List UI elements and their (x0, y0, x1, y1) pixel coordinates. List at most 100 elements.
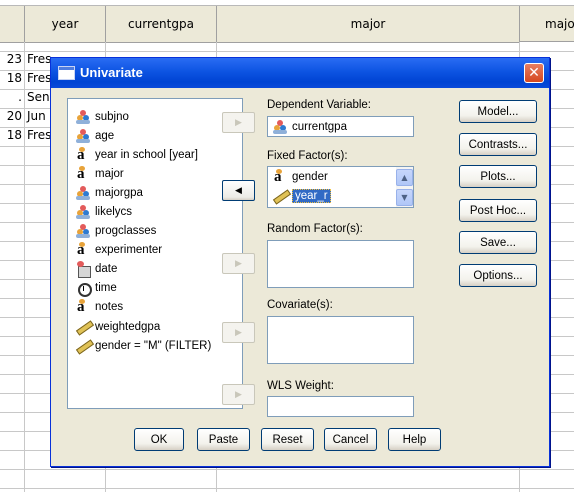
title-bar[interactable]: Univariate ✕ (51, 58, 549, 88)
post-hoc-button[interactable]: Post Hoc... (459, 199, 537, 222)
row-number: 18 (6, 71, 22, 85)
scale-variable-icon (273, 119, 289, 135)
window-icon (58, 66, 75, 80)
variable-label: likelycs (95, 206, 133, 219)
cell-year[interactable]: Fres (27, 52, 51, 66)
save-button[interactable]: Save... (459, 231, 537, 254)
paste-button[interactable]: Paste (197, 428, 250, 451)
list-item[interactable]: notes (68, 298, 242, 317)
scroll-down-button[interactable]: ▼ (396, 189, 413, 206)
random-factor-label: Random Factor(s): (267, 223, 363, 235)
variable-label: date (95, 263, 118, 276)
column-header-currentgpa[interactable]: currentgpa (106, 6, 217, 43)
column-header-majo[interactable]: majo (520, 6, 574, 42)
model-button[interactable]: Model... (459, 100, 537, 123)
list-item[interactable]: gender = "M" (FILTER) (68, 336, 242, 355)
row-number: 20 (6, 109, 22, 123)
fixed-factor-item: year_r (292, 189, 331, 203)
list-item[interactable]: progclasses (68, 222, 242, 241)
move-to-covariate-button[interactable]: ▶ (222, 322, 255, 343)
cell-year[interactable]: Fres (27, 71, 51, 85)
time-variable-icon (76, 280, 92, 298)
scale-variable-icon (76, 223, 92, 239)
wls-weight-label: WLS Weight: (267, 380, 334, 392)
dependent-value: currentgpa (292, 121, 347, 133)
list-item[interactable]: major (68, 164, 242, 183)
scale-variable-icon (76, 128, 92, 144)
cancel-button[interactable]: Cancel (324, 428, 377, 451)
row-number: 23 (6, 52, 22, 66)
chevron-down-icon: ▼ (401, 193, 408, 202)
date-variable-icon (76, 261, 92, 279)
right-arrow-icon: ▶ (235, 327, 242, 338)
fixed-factor-list[interactable]: gender year_r ▲ ▼ (267, 166, 414, 208)
scale-variable-icon (76, 204, 92, 220)
list-item-selected[interactable]: year_r (273, 188, 331, 204)
variable-label: progclasses (95, 225, 157, 238)
list-item[interactable]: age (68, 126, 242, 145)
variable-label: experimenter (95, 244, 163, 257)
list-item[interactable]: experimenter (68, 241, 242, 260)
list-item[interactable]: likelycs (68, 202, 242, 221)
list-item[interactable]: subjno (68, 107, 242, 126)
move-to-random-button[interactable]: ▶ (222, 253, 255, 274)
fixed-factor-label: Fixed Factor(s): (267, 150, 348, 162)
row-number: . (18, 90, 22, 104)
list-item[interactable]: majorgpa (68, 183, 242, 202)
variable-label: subjno (95, 110, 129, 123)
source-variable-list[interactable]: subjno age year in school [year] major m… (67, 98, 243, 409)
move-to-wls-button[interactable]: ▶ (222, 384, 255, 405)
string-variable-icon (76, 299, 92, 315)
scroll-up-button[interactable]: ▲ (396, 169, 413, 186)
plots-button[interactable]: Plots... (459, 165, 537, 188)
list-item[interactable]: year in school [year] (68, 145, 242, 164)
column-header-year[interactable]: year (25, 6, 106, 43)
dependent-item[interactable]: currentgpa (273, 119, 347, 135)
list-item[interactable]: time (68, 279, 242, 298)
univariate-dialog: Univariate ✕ subjno age year in school [… (50, 57, 550, 467)
variable-label: gender = "M" (FILTER) (95, 339, 212, 352)
list-item[interactable]: date (68, 260, 242, 279)
string-variable-icon (273, 169, 289, 185)
ok-button[interactable]: OK (134, 428, 184, 451)
right-arrow-icon: ▶ (235, 389, 242, 400)
right-arrow-icon: ▶ (235, 117, 242, 128)
close-button[interactable]: ✕ (524, 63, 544, 83)
move-from-fixed-button[interactable]: ◀ (222, 180, 255, 201)
move-to-dependent-button[interactable]: ▶ (222, 112, 255, 133)
top-fragment-text: ... ... ... (112, 0, 147, 2)
random-factor-list[interactable] (267, 240, 414, 288)
contrasts-button[interactable]: Contrasts... (459, 133, 537, 156)
help-button[interactable]: Help (388, 428, 441, 451)
dialog-title: Univariate (80, 65, 143, 80)
row-number: 18 (6, 128, 22, 142)
string-variable-icon (76, 146, 92, 163)
variable-label: weightedgpa (95, 320, 161, 333)
variable-label: year in school [year] (95, 148, 198, 161)
ruler-variable-icon (76, 319, 92, 335)
cell-year[interactable]: Jun (27, 109, 46, 123)
dependent-variable-label: Dependent Variable: (267, 99, 371, 111)
variable-label: majorgpa (95, 186, 143, 199)
variable-label: age (95, 129, 115, 142)
options-button[interactable]: Options... (459, 264, 537, 287)
row-header-corner (0, 6, 25, 43)
dependent-variable-field[interactable]: currentgpa (267, 116, 414, 137)
variable-label: major (95, 167, 124, 180)
scale-variable-icon (76, 109, 92, 125)
column-header-major[interactable]: major (217, 6, 520, 43)
list-item[interactable]: weightedgpa (68, 317, 242, 336)
ruler-variable-icon (76, 338, 92, 354)
left-arrow-icon: ◀ (235, 185, 242, 196)
cell-year[interactable]: Sen (27, 90, 50, 104)
string-variable-icon (76, 165, 92, 182)
variable-label: notes (95, 301, 124, 314)
fixed-factor-item: gender (292, 171, 328, 183)
wls-weight-field[interactable] (267, 396, 414, 417)
covariate-label: Covariate(s): (267, 299, 333, 311)
list-item[interactable]: gender (273, 169, 328, 185)
covariate-list[interactable] (267, 316, 414, 364)
cell-year[interactable]: Fres (27, 128, 51, 142)
fixed-factor-scrollbar[interactable]: ▲ ▼ (396, 167, 413, 207)
reset-button[interactable]: Reset (261, 428, 314, 451)
